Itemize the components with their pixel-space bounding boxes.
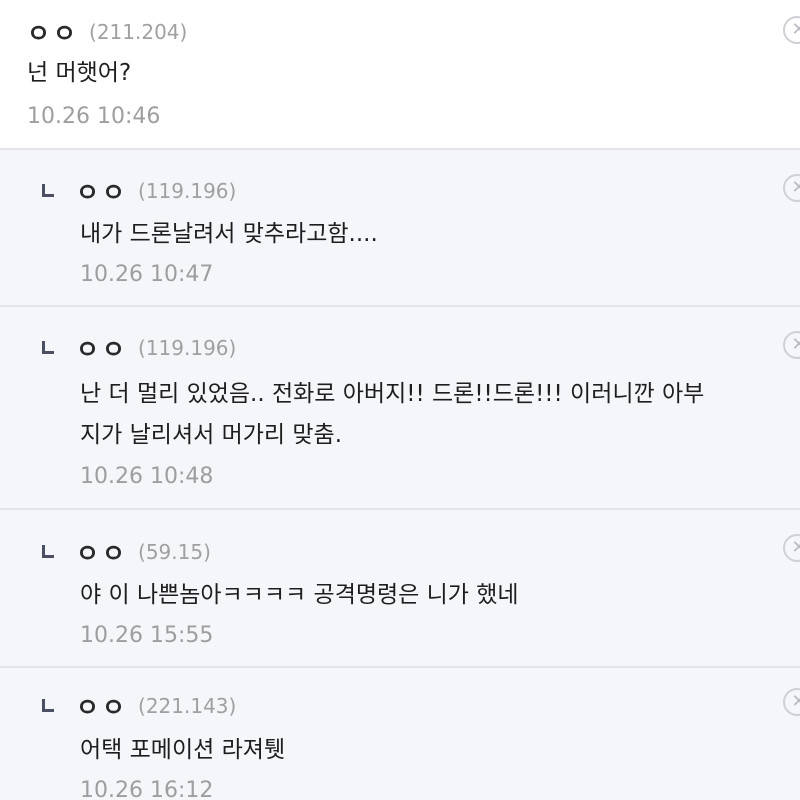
comment-thread: ㅇㅇ (211.204) 넌 머햇어? 10.26 10:46 ✕ ㅇㅇ (11… [0,0,800,800]
comment-header: ㅇㅇ (119.196) [40,173,236,209]
comment-header: ㅇㅇ (59.15) [40,534,211,570]
close-icon: ✕ [791,537,800,558]
delete-comment-button[interactable]: ✕ [783,16,800,44]
close-icon: ✕ [791,691,800,712]
comment-text-line-2: 지가 날리셔서 머가리 맞춤. [80,422,343,448]
comment-nickname[interactable]: ㅇㅇ [27,14,79,50]
delete-comment-button[interactable]: ✕ [783,331,800,359]
delete-comment-button[interactable]: ✕ [783,688,800,716]
comment-ip: (221.143) [138,694,237,718]
delete-comment-button[interactable]: ✕ [783,534,800,562]
reply-arrow-icon [40,545,54,559]
comment-ip: (119.196) [138,179,237,203]
comment-header: ㅇㅇ (221.143) [40,688,236,724]
comment-nickname[interactable]: ㅇㅇ [76,534,128,570]
close-icon: ✕ [791,19,800,40]
comment-text-line-1: 난 더 멀리 있었음.. 전화로 아버지!! 드론!!드론!!! 이러니깐 아부 [80,381,705,407]
delete-comment-button[interactable]: ✕ [783,174,800,202]
comment-text: 어택 포메이션 라져퉷 [80,737,286,763]
comment-header: ㅇㅇ (119.196) [40,330,236,366]
reply-arrow-icon [40,699,54,713]
comment-ip: (211.204) [89,20,188,44]
comment-header: ㅇㅇ (211.204) [27,14,187,50]
reply-arrow-icon [40,184,54,198]
comment-timestamp: 10.26 15:55 [80,623,214,648]
close-icon: ✕ [791,334,800,355]
comment-timestamp: 10.26 16:12 [80,778,214,800]
comment-nickname[interactable]: ㅇㅇ [76,330,128,366]
comment-timestamp: 10.26 10:46 [27,104,161,129]
comment-text: 내가 드론날려서 맞추라고함.... [80,221,378,247]
reply-item: ㅇㅇ (221.143) 어택 포메이션 라져퉷 10.26 16:12 ✕ [0,668,800,800]
comment-text: 넌 머햇어? [27,60,132,86]
reply-arrow-icon [40,341,54,355]
comment-text: 야 이 나쁜놈아ㅋㅋㅋㅋ 공격명령은 니가 했네 [80,582,519,608]
comment-nickname[interactable]: ㅇㅇ [76,173,128,209]
reply-item: ㅇㅇ (59.15) 야 이 나쁜놈아ㅋㅋㅋㅋ 공격명령은 니가 했네 10.2… [0,510,800,668]
reply-item: ㅇㅇ (119.196) 내가 드론날려서 맞추라고함.... 10.26 10… [0,150,800,307]
comment-timestamp: 10.26 10:47 [80,262,214,287]
comment-timestamp: 10.26 10:48 [80,464,214,489]
reply-item: ㅇㅇ (119.196) 난 더 멀리 있었음.. 전화로 아버지!! 드론!!… [0,307,800,510]
comment-ip: (119.196) [138,336,237,360]
comment-item: ㅇㅇ (211.204) 넌 머햇어? 10.26 10:46 ✕ [0,0,800,150]
close-icon: ✕ [791,177,800,198]
comment-nickname[interactable]: ㅇㅇ [76,688,128,724]
comment-ip: (59.15) [138,540,211,564]
